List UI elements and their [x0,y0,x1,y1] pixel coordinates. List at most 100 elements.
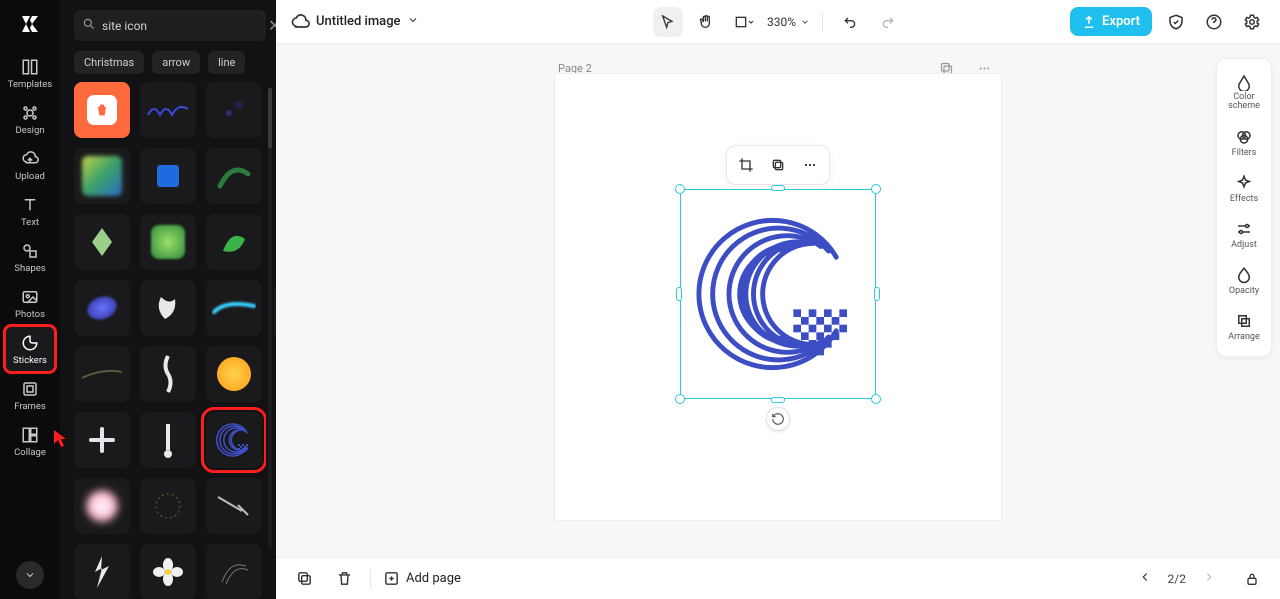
crop-icon[interactable] [731,150,761,180]
duplicate-icon[interactable] [763,150,793,180]
sticker-tile[interactable] [206,478,262,534]
export-button[interactable]: Export [1070,7,1152,36]
sticker-tile[interactable] [206,280,262,336]
sticker-tile[interactable] [74,412,130,468]
prop-label: Filters [1232,148,1257,158]
rail-stickers[interactable]: Stickers [5,326,55,372]
selection-box[interactable] [680,189,876,399]
sticker-tile[interactable] [206,346,262,402]
prop-effects[interactable]: Effects [1217,168,1271,210]
collage-icon [21,426,39,444]
hand-tool[interactable] [691,7,721,37]
properties-rail: Color scheme Filters Effects Adjust Opac… [1216,58,1272,357]
sticker-tile[interactable] [74,478,130,534]
resize-handle-se[interactable] [871,394,881,404]
sticker-tile[interactable] [140,412,196,468]
crop-tool[interactable] [729,7,759,37]
zoom-control[interactable]: 330% [767,15,810,29]
top-toolbar: Untitled image 330% Export [276,0,1280,44]
rail-shapes[interactable]: Shapes [5,234,55,280]
chip-arrow[interactable]: arrow [152,51,200,74]
design-icon [21,104,39,122]
more-icon[interactable] [795,150,825,180]
bottom-bar: Add page 2/2 [276,557,1280,599]
sticker-tile[interactable] [206,82,262,138]
export-label: Export [1102,14,1140,29]
canvas[interactable]: Page 2 [276,44,1280,557]
select-tool[interactable] [653,7,683,37]
sticker-tile[interactable] [140,544,196,599]
prev-page[interactable] [1134,566,1156,592]
rotate-handle[interactable] [766,407,790,431]
sticker-tile[interactable] [140,82,196,138]
resize-handle-e[interactable] [874,287,880,301]
sticker-tile-selected[interactable] [206,412,262,468]
rail-label: Collage [14,447,46,458]
search-box[interactable]: ✕ [74,10,266,41]
sticker-tile[interactable] [140,148,196,204]
sticker-tile[interactable] [74,346,130,402]
chip-christmas[interactable]: Christmas [74,51,144,74]
sticker-tile[interactable] [140,280,196,336]
sticker-tile[interactable] [140,346,196,402]
sticker-tile[interactable] [74,148,130,204]
prop-adjust[interactable]: Adjust [1217,214,1271,256]
sticker-tile[interactable] [206,148,262,204]
rail-text[interactable]: Text [5,188,55,234]
rail-templates[interactable]: Templates [5,50,55,96]
panel-scrollbar[interactable] [268,88,272,548]
canvas-page[interactable] [555,74,1001,520]
add-page-button[interactable]: Add page [383,570,461,587]
rail-frames[interactable]: Frames [5,372,55,418]
project-title[interactable]: Untitled image [316,14,401,29]
prop-label: Arrange [1228,332,1260,342]
chevron-down-icon[interactable] [407,14,419,30]
lock-icon[interactable] [1238,565,1266,593]
rail-upload[interactable]: Upload [5,142,55,188]
settings-icon[interactable] [1238,8,1266,36]
sticker-tile[interactable] [140,214,196,270]
duplicate-page-button[interactable] [290,565,318,593]
redo-button[interactable] [873,7,903,37]
resize-handle-s[interactable] [771,397,785,403]
sticker-tile[interactable] [206,544,262,599]
undo-button[interactable] [835,7,865,37]
resize-handle-n[interactable] [771,185,785,191]
sticker-tile[interactable] [206,214,262,270]
app-logo[interactable] [14,8,46,40]
upload-icon [21,150,39,168]
resize-handle-ne[interactable] [871,184,881,194]
selected-sticker[interactable] [686,195,870,393]
sticker-tile[interactable] [74,280,130,336]
next-page[interactable] [1198,566,1220,592]
photos-icon [21,288,39,306]
cloud-sync-icon[interactable] [290,12,310,32]
sticker-tile[interactable] [140,478,196,534]
resize-handle-sw[interactable] [675,394,685,404]
page-indicator: 2/2 [1168,572,1186,586]
shield-icon[interactable] [1162,8,1190,36]
search-input[interactable] [102,19,258,33]
prop-color-scheme[interactable]: Color scheme [1217,67,1271,118]
prop-filters[interactable]: Filters [1217,122,1271,164]
prop-label: Opacity [1229,286,1259,296]
sticker-grid [74,82,266,599]
resize-handle-w[interactable] [676,287,682,301]
rail-label: Text [21,217,39,228]
delete-page-button[interactable] [330,565,358,593]
sticker-tile[interactable] [74,82,130,138]
frames-icon [21,380,39,398]
left-rail: Templates Design Upload Text Shapes Phot… [0,0,60,599]
page-navigator: 2/2 [1134,565,1266,593]
rail-photos[interactable]: Photos [5,280,55,326]
chip-line[interactable]: line [208,51,245,74]
sticker-tile[interactable] [74,214,130,270]
rail-collage[interactable]: Collage [5,418,55,464]
sticker-tile[interactable] [74,544,130,599]
prop-arrange[interactable]: Arrange [1217,306,1271,348]
rail-design[interactable]: Design [5,96,55,142]
help-icon[interactable] [1200,8,1228,36]
resize-handle-nw[interactable] [675,184,685,194]
rail-more[interactable] [16,561,44,589]
prop-opacity[interactable]: Opacity [1217,260,1271,302]
